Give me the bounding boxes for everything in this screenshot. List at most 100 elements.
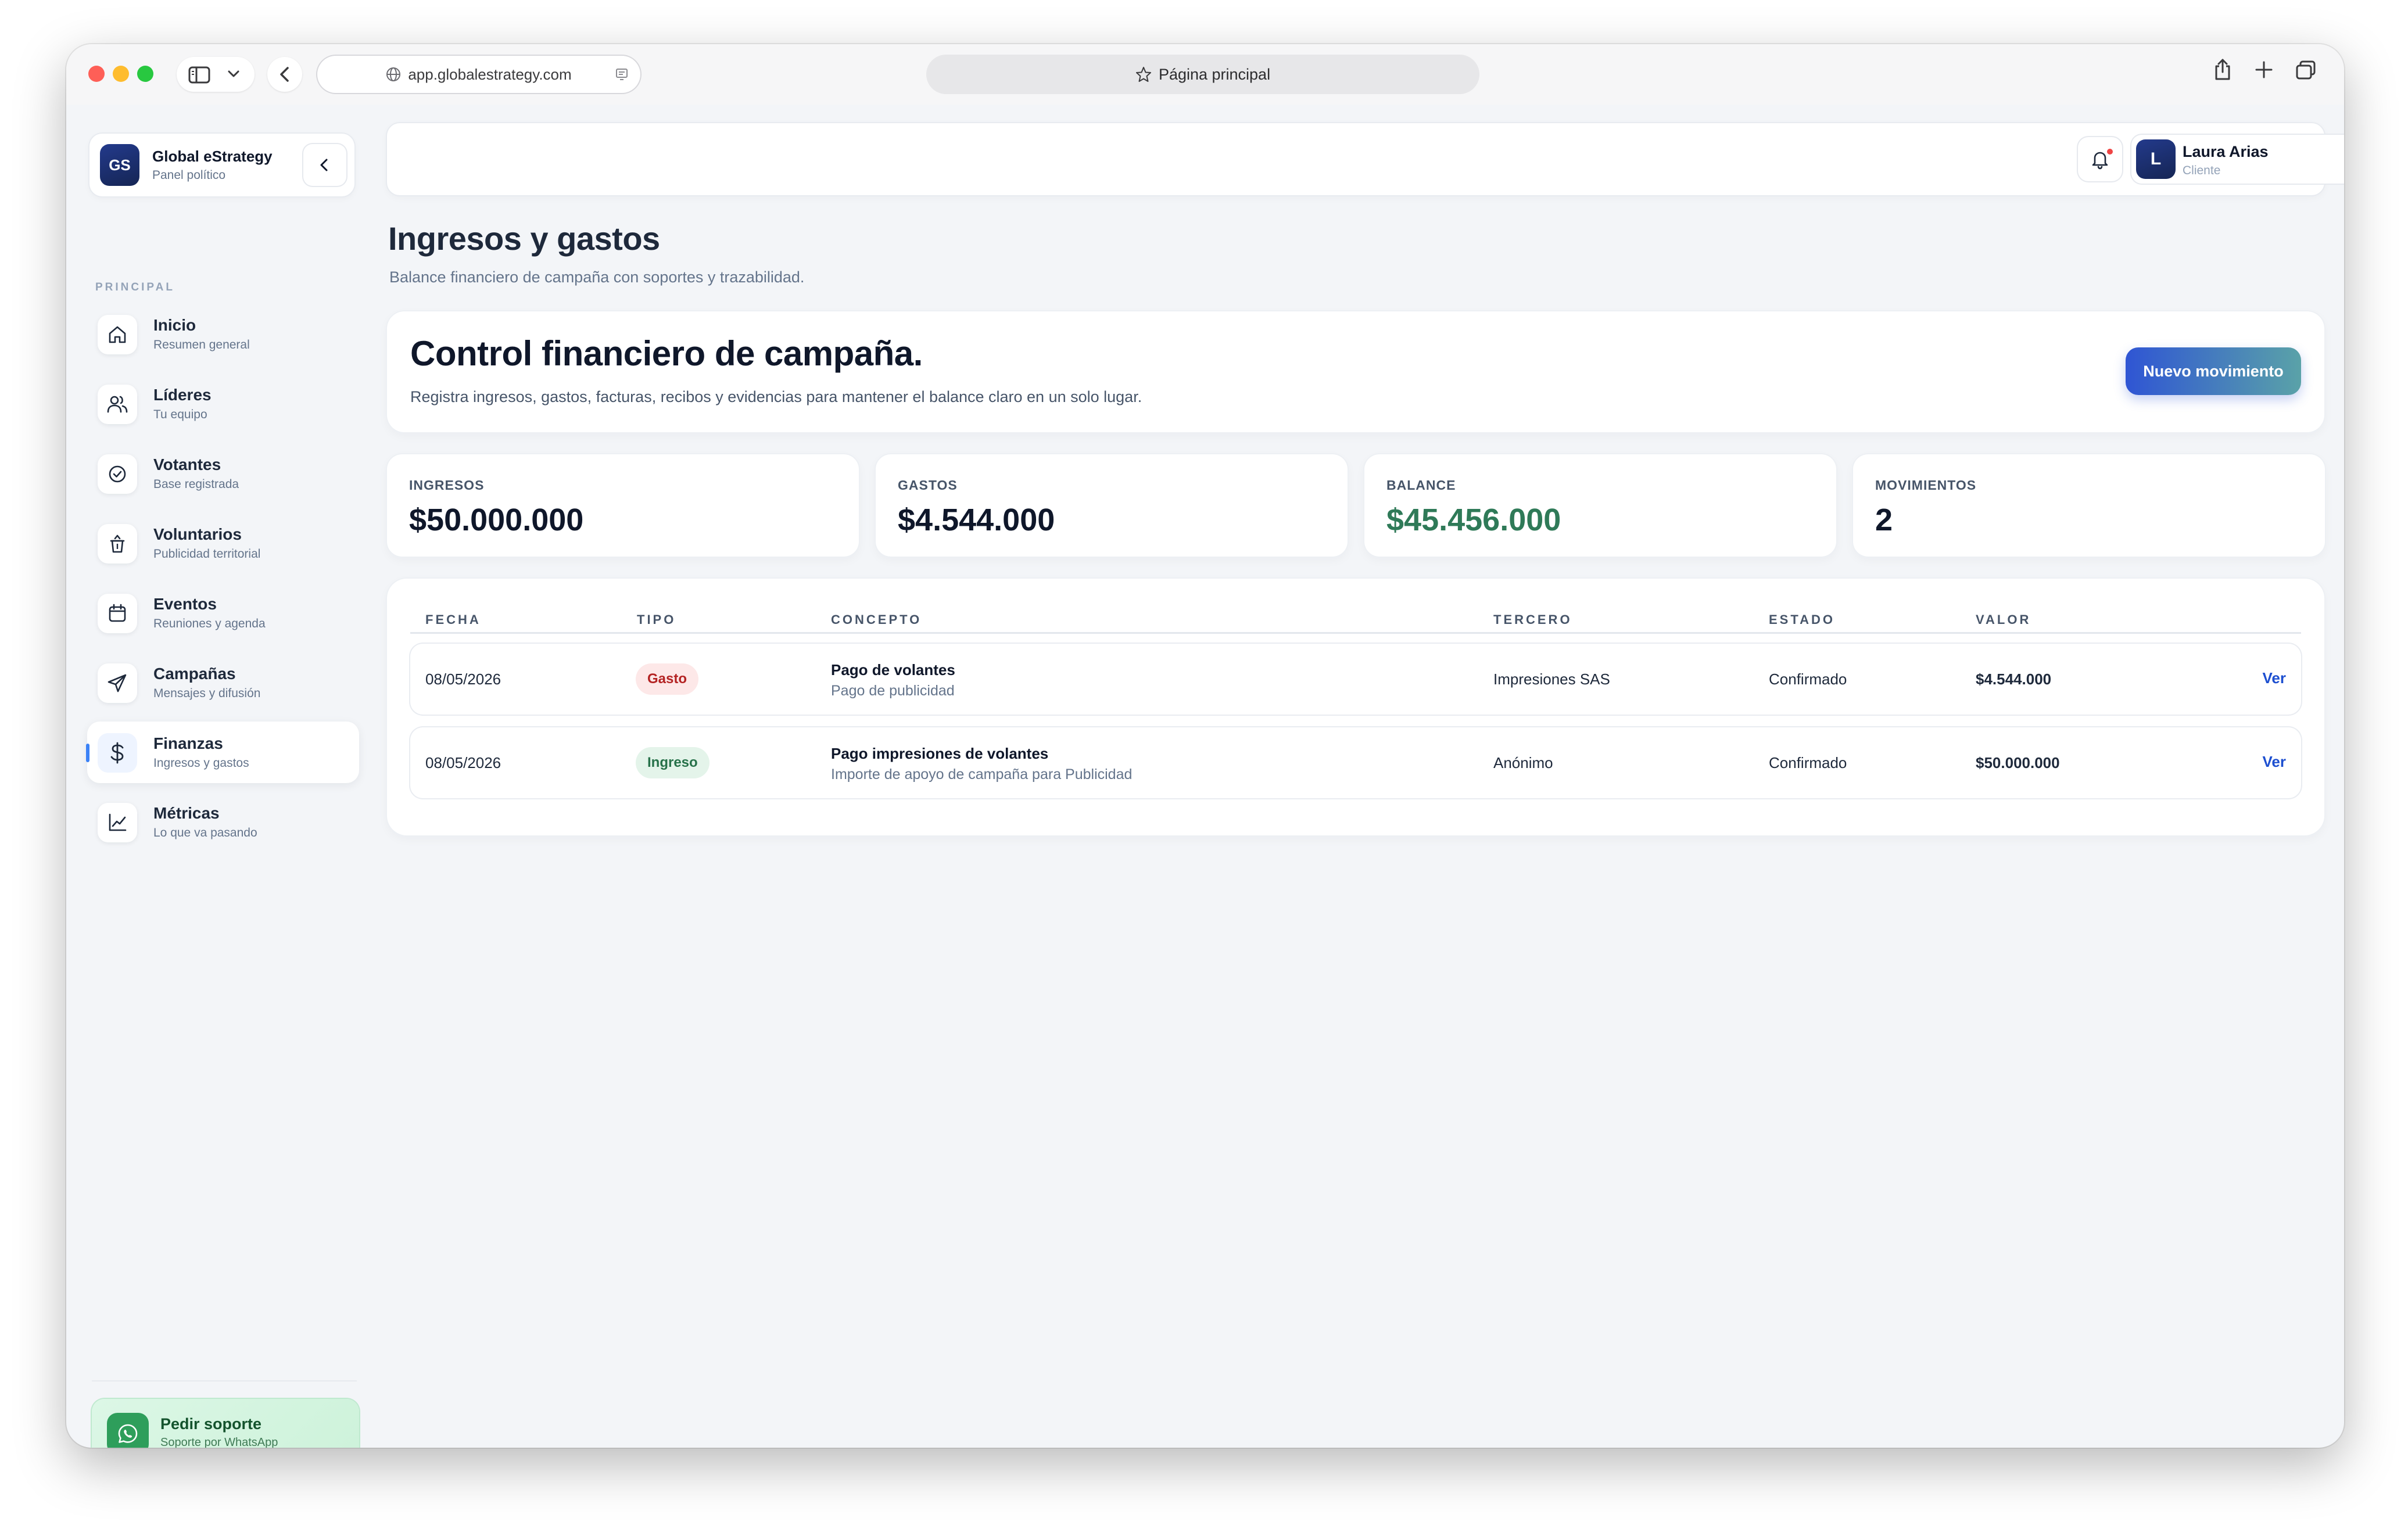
type-badge: Gasto: [636, 663, 699, 695]
stat-label: BALANCE: [1386, 478, 1456, 493]
send-icon: [98, 663, 137, 703]
concept-title: Pago de volantes: [831, 661, 955, 679]
type-badge: Ingreso: [636, 747, 709, 778]
stat-value: 2: [1875, 503, 1893, 537]
support-title: Pedir soporte: [160, 1415, 262, 1433]
view-link[interactable]: Ver: [2263, 753, 2287, 771]
sidebar-item-metricas[interactable]: Métricas Lo que va pasando: [87, 791, 359, 853]
stat-card-gastos: GASTOS $4.544.000: [876, 454, 1348, 557]
cell-valor: $50.000.000: [1976, 754, 2060, 771]
brand-subtitle: Panel político: [152, 168, 226, 182]
reader-mode-icon[interactable]: [615, 67, 629, 81]
address-bar[interactable]: app.globalestrategy.com: [317, 56, 640, 93]
sidebar-item-title: Votantes: [153, 455, 221, 473]
sidebar-item-voluntarios[interactable]: Voluntarios Publicidad territorial: [87, 512, 359, 574]
stat-value: $45.456.000: [1386, 503, 1561, 537]
movements-table: FECHA TIPO CONCEPTO TERCERO ESTADO VALOR…: [387, 579, 2324, 835]
browser-window: app.globalestrategy.com Página principal: [66, 44, 2344, 1448]
calendar-icon: [98, 594, 137, 633]
brand-name: Global eStrategy: [152, 148, 273, 165]
users-icon: [98, 385, 137, 424]
stat-card-ingresos: INGRESOS $50.000.000: [387, 454, 859, 557]
app-topbar: L Laura Arias Cliente: [387, 123, 2344, 195]
cell-fecha: 08/05/2026: [425, 754, 501, 771]
sidebar-item-title: Métricas: [153, 804, 220, 822]
chart-line-icon: [98, 803, 137, 842]
star-icon: [1135, 67, 1151, 82]
dollar-icon: [98, 733, 137, 773]
browser-tab[interactable]: Página principal: [926, 55, 1479, 94]
new-movement-button[interactable]: Nuevo movimiento: [2126, 347, 2301, 395]
sidebar-item-lideres[interactable]: Líderes Tu equipo: [87, 373, 359, 435]
sidebar-item-title: Voluntarios: [153, 525, 242, 543]
globe-icon: [386, 67, 401, 81]
whatsapp-icon: [107, 1413, 149, 1448]
notifications-button[interactable]: [2078, 137, 2122, 181]
sidebar-item-eventos[interactable]: Eventos Reuniones y agenda: [87, 582, 359, 644]
column-header-valor[interactable]: VALOR: [1976, 612, 2031, 627]
cell-concepto: Pago de volantes Pago de publicidad: [831, 661, 955, 699]
sidebar-item-subtitle: Base registrada: [153, 478, 239, 491]
cell-tercero: Impresiones SAS: [1493, 670, 1610, 688]
sidebar-item-subtitle: Publicidad territorial: [153, 547, 261, 561]
sidebar-item-subtitle: Mensajes y difusión: [153, 687, 261, 700]
hero-title: Control financiero de campaña.: [410, 334, 923, 373]
support-button[interactable]: Pedir soporte Soporte por WhatsApp: [92, 1399, 359, 1448]
tab-title: Página principal: [1158, 65, 1271, 83]
table-row[interactable]: 08/05/2026 Ingreso Pago impresiones de v…: [410, 727, 2301, 798]
column-header-concepto[interactable]: CONCEPTO: [831, 612, 922, 627]
chevron-left-icon: [320, 159, 328, 171]
browser-titlebar: app.globalestrategy.com Página principal: [66, 44, 2344, 105]
hero-card: Control financiero de campaña. Registra …: [387, 311, 2324, 432]
column-header-tipo[interactable]: TIPO: [637, 612, 676, 627]
browser-back-button[interactable]: [267, 57, 302, 92]
notification-dot: [2106, 148, 2114, 156]
sidebar-item-votantes[interactable]: Votantes Base registrada: [87, 443, 359, 504]
share-icon[interactable]: [2213, 58, 2233, 81]
sidebar-toggle-button[interactable]: [177, 57, 255, 92]
new-tab-icon[interactable]: [2255, 60, 2273, 79]
stat-card-balance: BALANCE $45.456.000: [1364, 454, 1836, 557]
sidebar-item-finanzas[interactable]: Finanzas Ingresos y gastos: [86, 722, 359, 783]
concept-detail: Importe de apoyo de campaña para Publici…: [831, 766, 1133, 783]
avatar: L: [2136, 139, 2176, 179]
sidebar-item-title: Eventos: [153, 595, 217, 613]
chevron-down-icon: [228, 70, 239, 77]
sidebar-item-title: Líderes: [153, 386, 212, 404]
sidebar-item-inicio[interactable]: Inicio Resumen general: [87, 303, 359, 365]
sidebar-item-title: Campañas: [153, 665, 236, 683]
maximize-window-button[interactable]: [137, 66, 153, 82]
hero-description: Registra ingresos, gastos, facturas, rec…: [410, 388, 1142, 405]
column-header-estado[interactable]: ESTADO: [1769, 612, 1835, 627]
user-menu[interactable]: L Laura Arias Cliente: [2131, 135, 2344, 184]
sidebar-item-subtitle: Ingresos y gastos: [153, 756, 249, 770]
collapse-sidebar-button[interactable]: [303, 144, 346, 186]
user-role: Cliente: [2183, 164, 2221, 177]
cell-valor: $4.544.000: [1976, 670, 2052, 688]
support-subtitle: Soporte por WhatsApp: [160, 1436, 278, 1448]
chevron-left-icon: [280, 67, 289, 82]
page-subtitle: Balance financiero de campaña con soport…: [389, 268, 805, 286]
sidebar-item-subtitle: Tu equipo: [153, 408, 207, 421]
tab-overview-icon[interactable]: [2295, 60, 2316, 80]
cell-fecha: 08/05/2026: [425, 670, 501, 688]
column-header-tercero[interactable]: TERCERO: [1493, 612, 1572, 627]
sidebar-item-campanas[interactable]: Campañas Mensajes y difusión: [87, 652, 359, 713]
view-link[interactable]: Ver: [2263, 669, 2287, 687]
close-window-button[interactable]: [88, 66, 105, 82]
brand-logo: GS: [100, 144, 139, 186]
stat-card-movimientos: MOVIMIENTOS 2: [1853, 454, 2325, 557]
cell-concepto: Pago impresiones de volantes Importe de …: [831, 745, 1132, 783]
stat-label: INGRESOS: [409, 478, 485, 493]
cell-tercero: Anónimo: [1493, 754, 1553, 771]
table-row[interactable]: 08/05/2026 Gasto Pago de volantes Pago d…: [410, 644, 2301, 715]
minimize-window-button[interactable]: [113, 66, 129, 82]
column-header-fecha[interactable]: FECHA: [425, 612, 481, 627]
check-circle-icon: [98, 454, 137, 494]
home-icon: [98, 315, 137, 354]
sidebar-item-subtitle: Reuniones y agenda: [153, 617, 266, 630]
user-name: Laura Arias: [2183, 143, 2269, 160]
sidebar: GS Global eStrategy Panel político PRINC…: [86, 105, 359, 1448]
sidebar-icon: [188, 66, 210, 84]
sidebar-item-title: Inicio: [153, 316, 196, 334]
